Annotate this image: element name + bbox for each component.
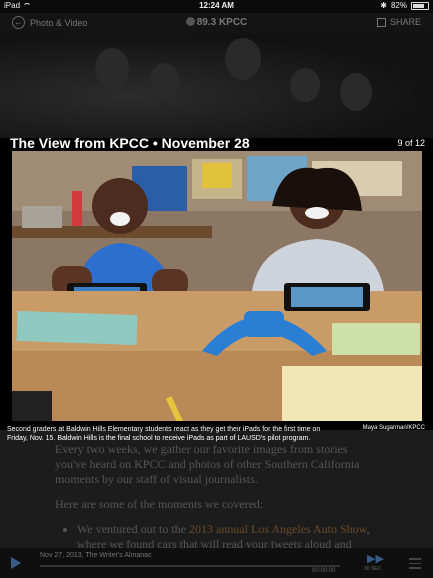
auto-show-link[interactable]: 2013 annual Los Angeles Auto Show xyxy=(189,522,367,536)
logo-mark-icon xyxy=(185,17,195,26)
share-button[interactable]: SHARE xyxy=(376,17,421,27)
episode-title: Nov 27, 2013, The Writer's Almanac xyxy=(40,552,152,559)
article-body: Every two weeks, we gather our favorite … xyxy=(0,430,433,551)
share-label: SHARE xyxy=(389,17,421,27)
bg-figure xyxy=(225,38,261,80)
battery-icon xyxy=(411,1,429,10)
bg-figure xyxy=(340,73,372,111)
brand-logo: 89.3 KPCC xyxy=(0,17,433,28)
fast-forward-icon[interactable]: ▶▶ xyxy=(367,552,384,565)
app-bar: ← Photo & Video 89.3 KPCC SHARE xyxy=(0,13,433,33)
bg-figure xyxy=(95,48,129,88)
brand-label: 89.3 KPCC xyxy=(196,17,248,28)
audio-progress-bar[interactable] xyxy=(40,565,340,567)
article-paragraph: Here are some of the moments we covered: xyxy=(55,497,264,511)
status-right: ✱ 82% xyxy=(380,1,429,10)
audio-time: 00:00:00 xyxy=(312,568,336,574)
gallery-photo[interactable] xyxy=(12,151,422,421)
photo-caption: Second graders at Baldwin Hills Elementa… xyxy=(7,426,321,442)
clock: 12:24 AM xyxy=(199,1,234,10)
status-bar: iPad 12:24 AM ✱ 82% xyxy=(0,0,433,13)
gallery-counter: 9 of 12 xyxy=(397,138,425,148)
audio-player-bar: Nov 27, 2013, The Writer's Almanac 00:00… xyxy=(0,548,433,578)
photo-credit: Maya Sugarman/KPCC xyxy=(362,425,425,431)
bg-figure xyxy=(150,63,180,99)
fast-forward-label: 30 SEC xyxy=(364,566,382,572)
menu-icon[interactable] xyxy=(409,558,421,572)
classroom-photo-illustration xyxy=(12,151,422,421)
bluetooth-icon: ✱ xyxy=(380,1,387,10)
list-item-text: We ventured out to the xyxy=(77,522,190,536)
article-paragraph: Every two weeks, we gather our favorite … xyxy=(55,442,360,486)
battery-level xyxy=(413,3,425,8)
gallery-title: The View from KPCC • November 28 xyxy=(10,135,250,151)
play-icon[interactable] xyxy=(11,557,21,569)
background-hero-image xyxy=(0,33,433,138)
bg-figure xyxy=(290,68,320,102)
battery-percent: 82% xyxy=(390,1,407,10)
share-icon xyxy=(376,17,386,27)
